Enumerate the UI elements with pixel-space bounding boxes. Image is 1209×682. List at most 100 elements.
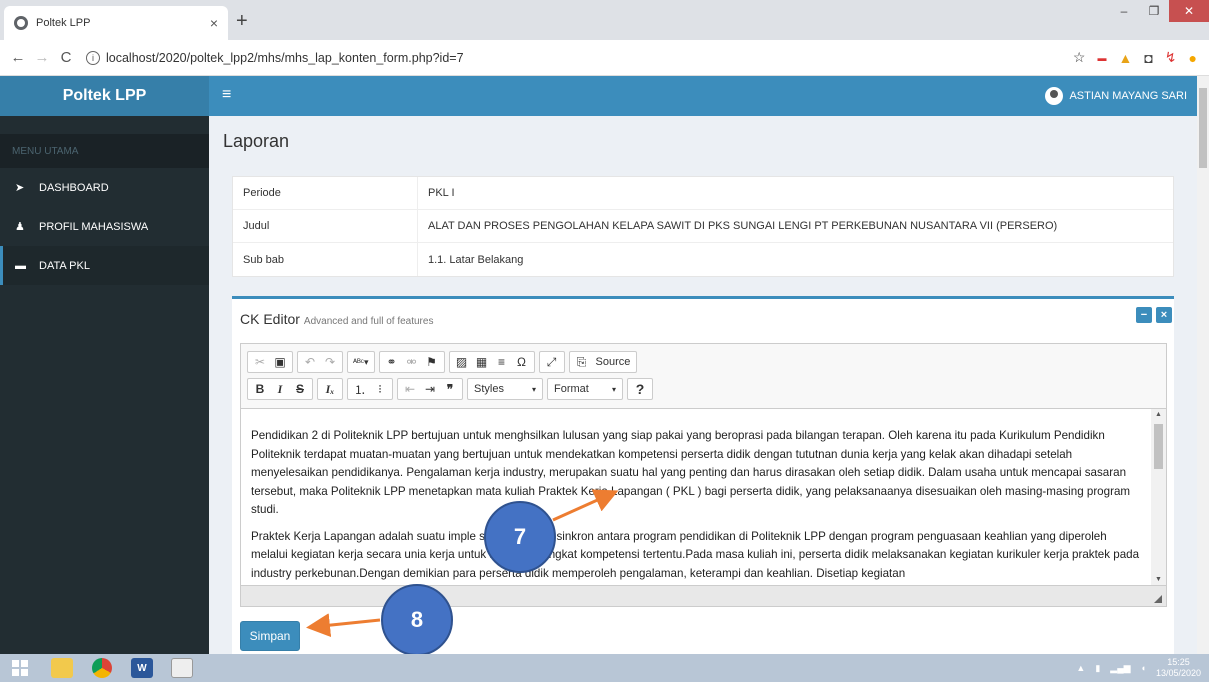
taskbar-app-explorer[interactable]: [44, 655, 80, 681]
window-close-icon[interactable]: ✕: [1169, 0, 1209, 22]
numbered-list-icon[interactable]: ⒈: [350, 380, 370, 398]
paper-plane-icon: ➤: [15, 182, 25, 194]
user-menu[interactable]: ASTIAN MAYANG SARI: [1045, 76, 1187, 116]
url-text: localhost/2020/poltek_lpp2/mhs/mhs_lap_k…: [106, 50, 464, 65]
back-icon[interactable]: ←: [6, 49, 30, 66]
editor-toolbar: ✂ ▣ ↶ ↷ ᴬᴮᶜ▾ ⚭ ⚮ ⚑ ▨ ▦ ≡ Ω ⤢ ⎘ Source B …: [241, 344, 1166, 409]
resize-handle-icon[interactable]: [1154, 595, 1162, 603]
editor-scrollbar[interactable]: ▲ ▼: [1151, 409, 1166, 585]
page-scrollbar[interactable]: [1197, 76, 1209, 654]
link-icon[interactable]: ⚭: [382, 353, 402, 371]
editor-paragraph: Pendidikan 2 di Politeknik LPP bertujuan…: [251, 429, 1131, 516]
info-value: 1.1. Latar Belakang: [428, 253, 524, 266]
outdent-icon[interactable]: ⇤: [400, 380, 420, 398]
scroll-up-icon[interactable]: ▲: [1151, 411, 1166, 418]
scroll-thumb[interactable]: [1199, 88, 1207, 168]
restore-icon[interactable]: ❐: [1139, 0, 1169, 22]
minimize-icon[interactable]: –: [1109, 0, 1139, 22]
volume-icon[interactable]: ◖: [1141, 663, 1146, 673]
special-char-icon[interactable]: Ω: [512, 353, 532, 371]
forward-icon[interactable]: →: [30, 49, 54, 66]
table-row: Judul ALAT DAN PROSES PENGOLAHAN KELAPA …: [233, 210, 1173, 243]
reload-icon[interactable]: C: [54, 49, 78, 66]
extensions: ☆ ▬ ▲ ◘ ↯ ●: [1073, 49, 1197, 66]
format-label: Format: [554, 383, 589, 395]
extension-icon[interactable]: ▬: [1097, 53, 1106, 63]
redo-icon[interactable]: ↷: [320, 353, 340, 371]
taskbar: W ▲ ▮ ▂▄▆ ◖ 15:25 13/05/2020: [0, 654, 1209, 682]
unlink-icon[interactable]: ⚮: [402, 353, 422, 371]
indent-icon[interactable]: ⇥: [420, 380, 440, 398]
extension-icon[interactable]: ↯: [1165, 49, 1177, 66]
show-hidden-icon[interactable]: ▲: [1076, 663, 1085, 673]
scroll-down-icon[interactable]: ▼: [1151, 576, 1166, 583]
alert-icon[interactable]: ●: [1189, 50, 1197, 66]
box-title-text: CK Editor: [240, 311, 300, 327]
tab-title: Poltek LPP: [36, 17, 91, 29]
styles-label: Styles: [474, 383, 504, 395]
italic-button[interactable]: I: [270, 380, 290, 398]
collapse-icon[interactable]: −: [1136, 307, 1152, 323]
bulleted-list-icon[interactable]: ⁝: [370, 380, 390, 398]
help-button[interactable]: ?: [630, 380, 650, 398]
battery-icon[interactable]: ▮: [1095, 663, 1100, 674]
anchor-flag-icon[interactable]: ⚑: [422, 353, 442, 371]
table-row: Sub bab 1.1. Latar Belakang: [233, 243, 1173, 276]
paste-icon[interactable]: ▣: [270, 353, 290, 371]
browser-tab-bar: Poltek LPP × + – ❐ ✕: [0, 0, 1209, 40]
taskbar-app-paint[interactable]: [164, 655, 200, 681]
image-icon[interactable]: ▨: [452, 353, 472, 371]
table-icon[interactable]: ▦: [472, 353, 492, 371]
annotation-callout-7: 7: [484, 501, 556, 573]
extension-icon[interactable]: ◘: [1144, 50, 1152, 66]
save-button[interactable]: Simpan: [240, 621, 300, 651]
chrome-icon: [92, 658, 112, 678]
info-key: Periode: [233, 177, 418, 209]
info-icon[interactable]: i: [86, 50, 100, 65]
main-content: Laporan Periode PKL I Judul ALAT DAN PRO…: [209, 116, 1197, 654]
url-field[interactable]: i localhost/2020/poltek_lpp2/mhs/mhs_lap…: [86, 50, 1073, 65]
sidebar-item-data-pkl[interactable]: ▬ DATA PKL: [0, 246, 209, 285]
browser-tab[interactable]: Poltek LPP ×: [4, 6, 228, 40]
editor-content[interactable]: Pendidikan 2 di Politeknik LPP bertujuan…: [241, 409, 1152, 585]
source-label: Source: [595, 356, 631, 368]
start-button[interactable]: [0, 655, 40, 681]
source-icon: ⎘: [576, 354, 587, 369]
info-key: Judul: [233, 210, 418, 242]
chevron-down-icon: ▾: [531, 384, 536, 394]
menu-toggle-icon[interactable]: ≡: [222, 86, 231, 104]
rich-text-editor: ✂ ▣ ↶ ↷ ᴬᴮᶜ▾ ⚭ ⚮ ⚑ ▨ ▦ ≡ Ω ⤢ ⎘ Source B …: [240, 343, 1167, 607]
maximize-icon[interactable]: ⤢: [542, 353, 562, 371]
spellcheck-icon[interactable]: ᴬᴮᶜ▾: [350, 353, 372, 371]
clock[interactable]: 15:25 13/05/2020: [1156, 657, 1201, 679]
horizontal-line-icon[interactable]: ≡: [492, 353, 512, 371]
scroll-thumb[interactable]: [1154, 424, 1163, 469]
app-header: Poltek LPP ≡ ASTIAN MAYANG SARI: [0, 76, 1197, 116]
styles-select[interactable]: Styles ▾: [467, 378, 543, 400]
remove-format-icon[interactable]: Iₓ: [320, 380, 340, 398]
acrobat-icon[interactable]: ▲: [1118, 50, 1132, 66]
info-key: Sub bab: [233, 243, 418, 276]
signal-icon[interactable]: ▂▄▆: [1110, 663, 1130, 674]
globe-icon: [14, 16, 28, 30]
source-button[interactable]: ⎘ Source: [568, 351, 638, 373]
taskbar-app-chrome[interactable]: [84, 655, 120, 681]
strike-button[interactable]: S: [290, 380, 310, 398]
editor-statusbar: [241, 585, 1166, 606]
tab-close-icon[interactable]: ×: [210, 15, 218, 31]
bold-button[interactable]: B: [250, 380, 270, 398]
sidebar-item-profil-mahasiswa[interactable]: ♟ PROFIL MAHASISWA: [0, 207, 209, 246]
close-icon[interactable]: ×: [1156, 307, 1172, 323]
format-select[interactable]: Format ▾: [547, 378, 623, 400]
bookmark-star-icon[interactable]: ☆: [1073, 49, 1086, 66]
undo-icon[interactable]: ↶: [300, 353, 320, 371]
taskbar-app-word[interactable]: W: [124, 655, 160, 681]
cut-icon[interactable]: ✂: [250, 353, 270, 371]
blockquote-icon[interactable]: ❞: [440, 380, 460, 398]
box-subtitle: Advanced and full of features: [303, 316, 434, 327]
user-name: ASTIAN MAYANG SARI: [1069, 90, 1187, 102]
new-tab-button[interactable]: +: [236, 10, 248, 33]
avatar: [1045, 87, 1064, 105]
app-logo[interactable]: Poltek LPP: [0, 76, 209, 116]
sidebar-item-dashboard[interactable]: ➤ DASHBOARD: [0, 168, 209, 207]
